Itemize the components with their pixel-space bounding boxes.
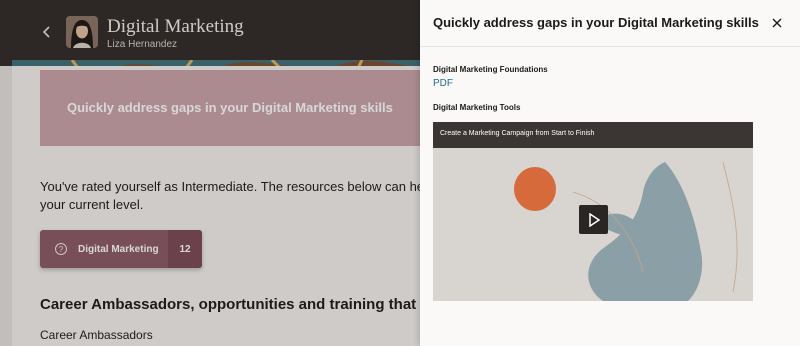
- drawer-title: Quickly address gaps in your Digital Mar…: [433, 15, 759, 30]
- modal-scrim[interactable]: [0, 0, 420, 346]
- video-title: Create a Marketing Campaign from Start t…: [440, 130, 595, 137]
- close-button[interactable]: [769, 14, 785, 32]
- video-card[interactable]: Create a Marketing Campaign from Start t…: [433, 122, 753, 301]
- play-button[interactable]: [579, 205, 608, 234]
- drawer-divider: [420, 46, 800, 47]
- pdf-link[interactable]: PDF: [433, 78, 453, 89]
- play-icon: [588, 212, 600, 227]
- resources-drawer: Quickly address gaps in your Digital Mar…: [420, 0, 800, 346]
- close-icon: [772, 18, 782, 28]
- section-label-foundations: Digital Marketing Foundations: [433, 65, 548, 74]
- video-header: Create a Marketing Campaign from Start t…: [433, 122, 753, 148]
- section-label-tools: Digital Marketing Tools: [433, 103, 521, 112]
